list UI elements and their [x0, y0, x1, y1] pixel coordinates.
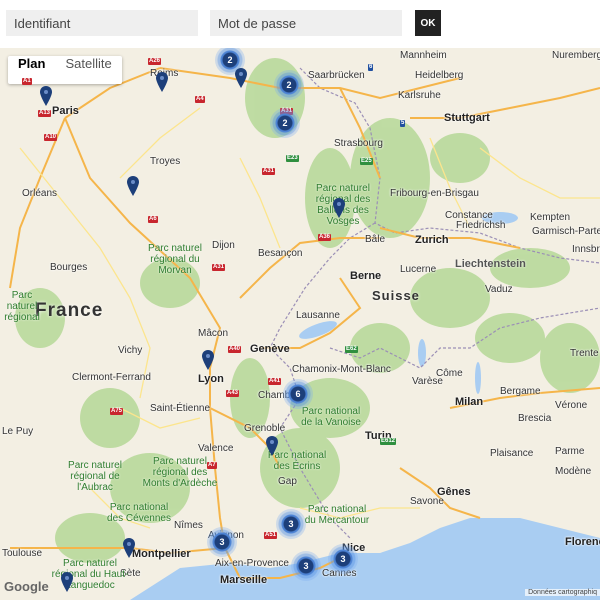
road-shield: A31	[212, 264, 226, 271]
map-cluster[interactable]: 3	[207, 527, 237, 557]
road-shield: A7	[207, 462, 217, 469]
map-cluster[interactable]: 3	[291, 551, 321, 581]
map-type-plan[interactable]: Plan	[8, 56, 55, 84]
map-cluster[interactable]: 2	[270, 108, 300, 138]
map-pin-icon[interactable]	[127, 176, 139, 196]
map-pin-icon[interactable]	[333, 198, 345, 218]
google-logo: Google	[4, 579, 49, 594]
road-shield: A75	[110, 408, 124, 415]
map-copyright[interactable]: Données cartographiq	[525, 589, 600, 596]
road-shield: A41	[268, 378, 282, 385]
password-input[interactable]	[210, 10, 402, 36]
map-pin-icon[interactable]	[202, 350, 214, 370]
road-shield: E62	[345, 346, 358, 353]
login-input[interactable]	[6, 10, 198, 36]
road-shield: A6	[148, 216, 158, 223]
road-shield: 5	[400, 120, 406, 127]
map-pin-icon[interactable]	[40, 86, 52, 106]
map-pin-icon[interactable]	[156, 72, 168, 92]
login-bar: OK	[0, 0, 600, 48]
road-shield: A1	[22, 78, 32, 85]
road-shield: A4	[195, 96, 205, 103]
road-shield: A10	[44, 134, 58, 141]
map-pin-icon[interactable]	[235, 68, 247, 88]
road-shield: A51	[264, 532, 278, 539]
map[interactable]: Plan Satellite France Suisse Liechtenste…	[0, 48, 600, 600]
map-pin-icon[interactable]	[123, 538, 135, 558]
road-shield: A36	[318, 234, 332, 241]
road-shield: E25	[360, 158, 373, 165]
road-shield: E23	[286, 155, 299, 162]
map-cluster[interactable]: 3	[276, 509, 306, 539]
map-pin-icon[interactable]	[266, 436, 278, 456]
road-shield: 6	[368, 64, 374, 71]
road-shield: A26	[148, 58, 162, 65]
map-cluster[interactable]: 6	[283, 379, 313, 409]
map-cluster[interactable]: 2	[274, 70, 304, 100]
road-shield: A13	[38, 110, 52, 117]
road-shield: A31	[262, 168, 276, 175]
ok-button[interactable]: OK	[415, 10, 441, 36]
road-shield: A43	[226, 390, 240, 397]
road-shield: A40	[228, 346, 242, 353]
road-shield: E612	[380, 438, 397, 445]
map-type-satellite[interactable]: Satellite	[55, 56, 121, 84]
map-pin-icon[interactable]	[61, 572, 73, 592]
map-cluster[interactable]: 3	[328, 544, 358, 574]
